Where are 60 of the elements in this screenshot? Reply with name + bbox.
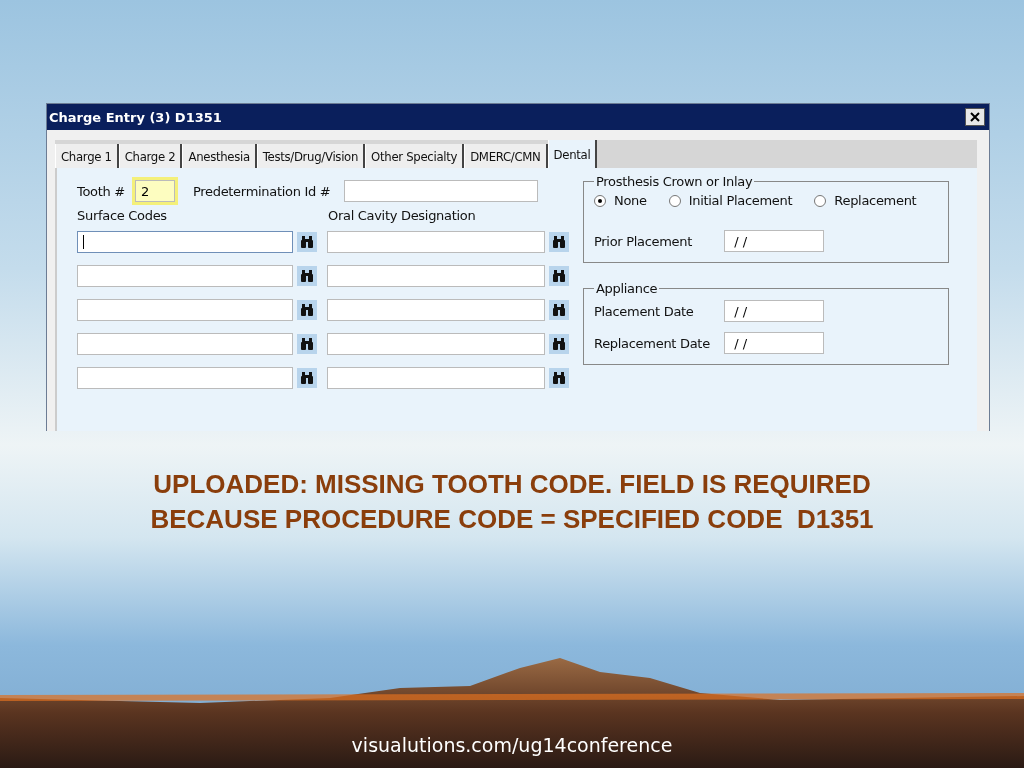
input-field[interactable] (327, 367, 545, 389)
date-field[interactable]: / / (724, 230, 824, 252)
input-field[interactable] (77, 299, 293, 321)
lookup-button[interactable] (297, 266, 317, 286)
input-field[interactable] (327, 265, 545, 287)
caption-text: UPLOADED: MISSING TOOTH CODE. FIELD IS REQUIRED (153, 469, 871, 500)
binoculars-icon (300, 372, 314, 384)
lookup-button[interactable] (549, 368, 569, 388)
input-field[interactable] (327, 333, 545, 355)
tab[interactable]: DMERC/CMN (464, 144, 548, 168)
column-label: Surface Codes (77, 208, 168, 223)
date-field[interactable]: / / (724, 332, 824, 354)
tab[interactable]: Charge 1 (55, 144, 119, 168)
tab[interactable]: Charge 2 (118, 144, 183, 168)
field-label: Prior Placement (594, 233, 694, 249)
input-field[interactable] (77, 367, 293, 389)
lookup-button[interactable] (297, 232, 317, 252)
binoculars-icon (552, 304, 566, 316)
field-label: Tooth # (77, 183, 125, 199)
close-button[interactable] (965, 108, 985, 126)
radio-option[interactable]: Initial Placement (668, 193, 793, 208)
binoculars-icon (552, 236, 566, 248)
lookup-button[interactable] (549, 300, 569, 320)
input-field[interactable] (77, 231, 293, 253)
binoculars-icon (300, 338, 314, 350)
input-field[interactable] (327, 231, 545, 253)
tab[interactable]: Anesthesia (182, 144, 257, 168)
binoculars-icon (552, 338, 566, 350)
lookup-button[interactable] (549, 334, 569, 354)
radio-option[interactable]: Replacement (814, 193, 917, 208)
lookup-button[interactable] (549, 266, 569, 286)
group-title: Appliance (595, 281, 659, 296)
input-field[interactable] (77, 265, 293, 287)
binoculars-icon (300, 270, 314, 282)
tab[interactable]: Tests/Drug/Vision (256, 144, 366, 168)
window-title: Charge Entry (3) D1351 (49, 109, 222, 125)
footer-url: visualutions.com/ug14conference (351, 734, 673, 756)
column-label: Oral Cavity Designation (328, 208, 476, 223)
tab[interactable]: Other Specialty (365, 144, 465, 168)
caption-text: BECAUSE PROCEDURE CODE = SPECIFIED CODE D1351 (150, 504, 874, 535)
lookup-button[interactable] (549, 232, 569, 252)
field-label: Placement Date (594, 303, 695, 319)
group-title: Prosthesis Crown or Inlay (595, 174, 754, 189)
date-field[interactable]: / / (724, 300, 824, 322)
input-field[interactable] (77, 333, 293, 355)
close-icon (970, 112, 980, 122)
binoculars-icon (300, 236, 314, 248)
input-field[interactable] (327, 299, 545, 321)
lookup-button[interactable] (297, 368, 317, 388)
field-label: Replacement Date (594, 335, 711, 351)
tab[interactable]: Dental (547, 140, 598, 168)
lookup-button[interactable] (297, 300, 317, 320)
tooth-field[interactable]: 2 (134, 180, 175, 202)
binoculars-icon (552, 270, 566, 282)
field-label: Predetermination Id # (192, 183, 331, 199)
binoculars-icon (552, 372, 566, 384)
radio-option[interactable]: None (594, 193, 647, 208)
lookup-button[interactable] (297, 334, 317, 354)
input-field[interactable] (344, 180, 539, 202)
binoculars-icon (300, 304, 314, 316)
